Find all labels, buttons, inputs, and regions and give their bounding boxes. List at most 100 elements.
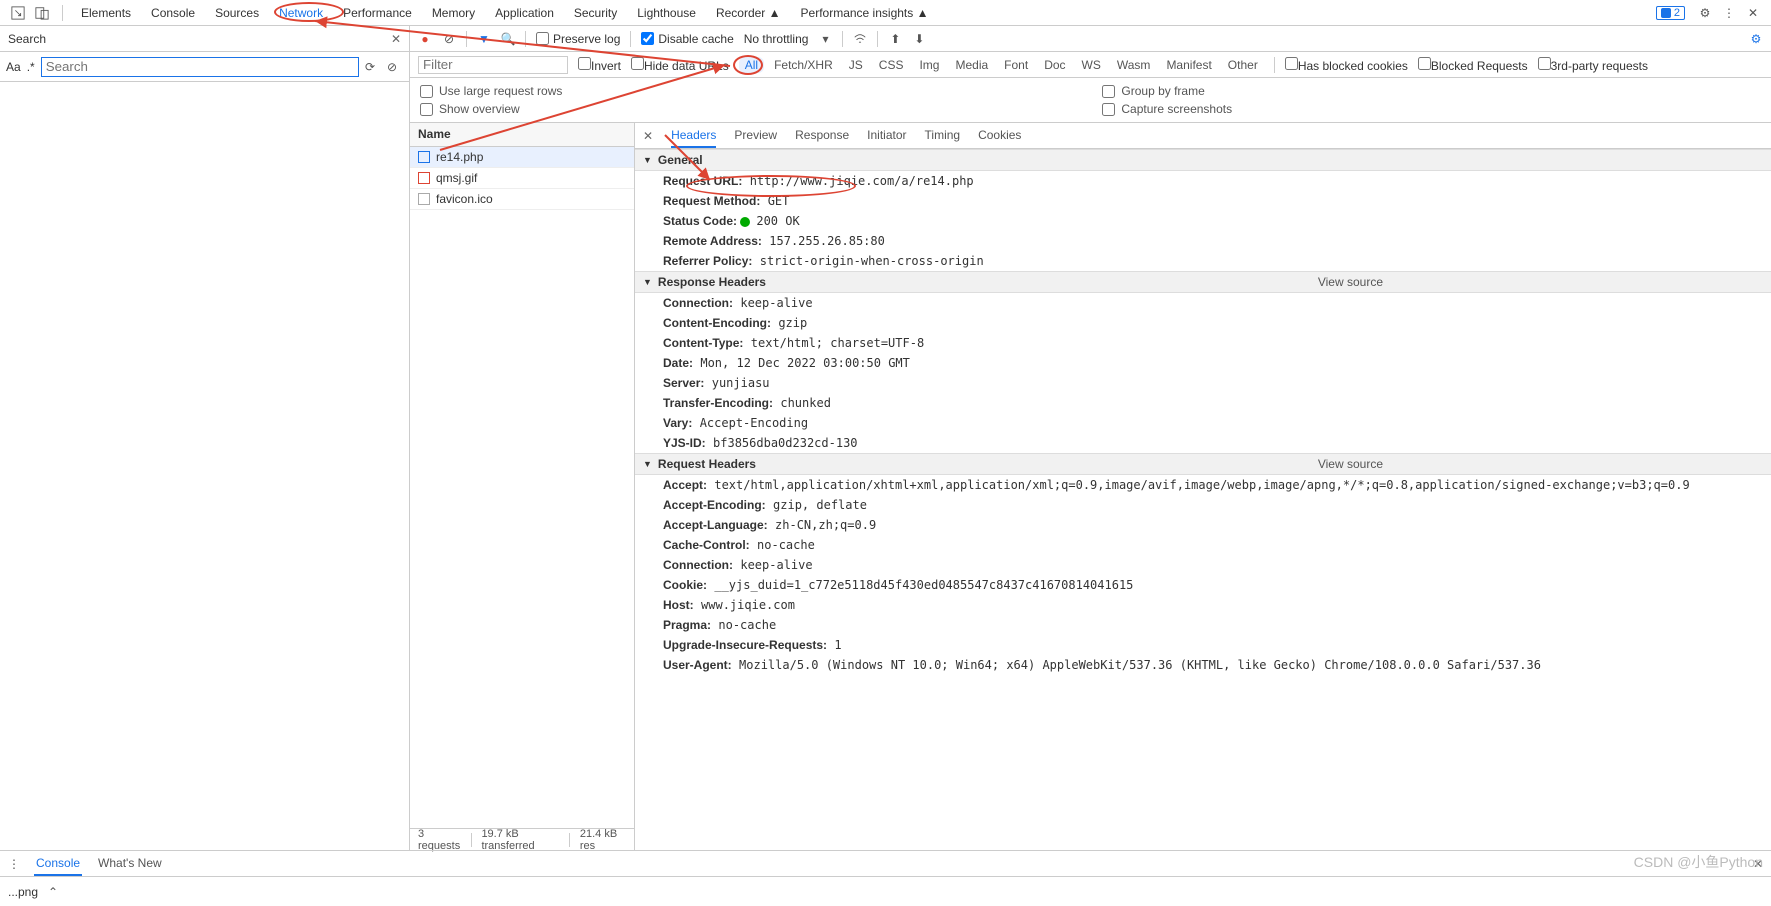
search-input[interactable] [41, 57, 359, 77]
header-row: Content-Encoding: gzip [635, 313, 1771, 333]
close-details-icon[interactable]: ✕ [643, 129, 653, 143]
column-name[interactable]: Name [410, 123, 634, 147]
chevron-up-icon[interactable]: ⌃ [48, 885, 58, 899]
tab-sources[interactable]: Sources [205, 2, 269, 24]
section-general[interactable]: ▼General [635, 149, 1771, 171]
hide-data-urls[interactable]: Hide data URLs [631, 57, 729, 73]
tab-application[interactable]: Application [485, 2, 564, 24]
kebab-icon[interactable]: ⋮ [8, 857, 20, 871]
request-row[interactable]: favicon.ico [410, 189, 634, 210]
detail-tab-headers[interactable]: Headers [671, 124, 716, 148]
clear-icon[interactable]: ⊘ [387, 60, 403, 74]
view-source[interactable]: View source [1318, 457, 1383, 471]
filter-chip-ws[interactable]: WS [1076, 57, 1107, 73]
header-row: YJS-ID: bf3856dba0d232cd-130 [635, 433, 1771, 453]
section-request-headers[interactable]: ▼Request HeadersView source [635, 453, 1771, 475]
invert[interactable]: Invert [578, 57, 621, 73]
filter-chip-font[interactable]: Font [998, 57, 1034, 73]
filter-chip-manifest[interactable]: Manifest [1160, 57, 1217, 73]
refresh-icon[interactable]: ⟳ [365, 60, 381, 74]
issues-count: 2 [1674, 7, 1680, 19]
filter-chip-all[interactable]: All [739, 57, 764, 73]
tab-performance-insights-[interactable]: Performance insights ▲ [791, 2, 939, 24]
tab-recorder-[interactable]: Recorder ▲ [706, 2, 791, 24]
tab-network[interactable]: Network [269, 2, 333, 24]
wifi-icon[interactable] [853, 32, 867, 46]
third-party[interactable]: 3rd-party requests [1538, 57, 1648, 73]
close-icon[interactable]: ✕ [1745, 5, 1761, 21]
filter-input[interactable] [418, 56, 568, 74]
issues-badge[interactable]: 2 [1656, 6, 1685, 20]
header-row: Cache-Control: no-cache [635, 535, 1771, 555]
network-toolbar: ● ⊘ ▼ 🔍 Preserve log Disable cache No th… [410, 26, 1771, 52]
tab-memory[interactable]: Memory [422, 2, 485, 24]
view-options: Use large request rows Show overview Gro… [410, 78, 1771, 123]
filter-chip-media[interactable]: Media [949, 57, 994, 73]
view-source[interactable]: View source [1318, 275, 1383, 289]
disable-cache[interactable]: Disable cache [641, 32, 733, 46]
record-icon[interactable]: ● [418, 32, 432, 46]
search-icon[interactable]: 🔍 [501, 32, 515, 46]
detail-tab-preview[interactable]: Preview [734, 124, 777, 148]
download-file[interactable]: ...png [8, 885, 38, 899]
clear-log-icon[interactable]: ⊘ [442, 32, 456, 46]
throttling-select[interactable]: No throttling [744, 32, 809, 46]
header-row: Request Method: GET [635, 191, 1771, 211]
tab-security[interactable]: Security [564, 2, 627, 24]
inspect-icon[interactable] [10, 5, 26, 21]
header-row: Content-Type: text/html; charset=UTF-8 [635, 333, 1771, 353]
filter-chip-wasm[interactable]: Wasm [1111, 57, 1157, 73]
header-row: User-Agent: Mozilla/5.0 (Windows NT 10.0… [635, 655, 1771, 675]
header-row: Remote Address: 157.255.26.85:80 [635, 231, 1771, 251]
detail-tab-cookies[interactable]: Cookies [978, 124, 1021, 148]
show-overview[interactable]: Show overview [420, 102, 562, 116]
case-sensitive[interactable]: Aa [6, 60, 21, 74]
gear-icon[interactable]: ⚙ [1697, 5, 1713, 21]
upload-icon[interactable]: ⬆ [888, 32, 902, 46]
request-row[interactable]: re14.php [410, 147, 634, 168]
download-bar: ...png ⌃ [0, 876, 1771, 906]
group-by-frame[interactable]: Group by frame [1102, 84, 1232, 98]
header-row: Connection: keep-alive [635, 293, 1771, 313]
section-response-headers[interactable]: ▼Response HeadersView source [635, 271, 1771, 293]
filter-chip-other[interactable]: Other [1222, 57, 1264, 73]
download-icon[interactable]: ⬇ [912, 32, 926, 46]
regex-toggle[interactable]: .* [27, 60, 35, 74]
preserve-log[interactable]: Preserve log [536, 32, 620, 46]
filter-chip-doc[interactable]: Doc [1038, 57, 1071, 73]
header-row: Accept-Encoding: gzip, deflate [635, 495, 1771, 515]
search-panel: Search ✕ Aa .* ⟳ ⊘ [0, 26, 410, 850]
tab-performance[interactable]: Performance [333, 2, 422, 24]
filter-chip-css[interactable]: CSS [873, 57, 910, 73]
drawer-tab-console[interactable]: Console [34, 852, 82, 876]
detail-tab-response[interactable]: Response [795, 124, 849, 148]
capture-screenshots[interactable]: Capture screenshots [1102, 102, 1232, 116]
device-icon[interactable] [34, 5, 50, 21]
filter-chip-js[interactable]: JS [843, 57, 869, 73]
header-row: Vary: Accept-Encoding [635, 413, 1771, 433]
devtools-tabstrip: ElementsConsoleSourcesNetworkPerformance… [0, 0, 1771, 26]
large-rows[interactable]: Use large request rows [420, 84, 562, 98]
search-title: Search [8, 32, 46, 46]
filter-chip-img[interactable]: Img [913, 57, 945, 73]
chevron-down-icon[interactable]: ▾ [818, 32, 832, 46]
tab-console[interactable]: Console [141, 2, 205, 24]
tab-elements[interactable]: Elements [71, 2, 141, 24]
tab-lighthouse[interactable]: Lighthouse [627, 2, 706, 24]
transferred: 19.7 kB transferred [481, 828, 559, 852]
header-row: Host: www.jiqie.com [635, 595, 1771, 615]
filter-chip-fetch-xhr[interactable]: Fetch/XHR [768, 57, 839, 73]
kebab-icon[interactable]: ⋮ [1721, 5, 1737, 21]
detail-tab-timing[interactable]: Timing [925, 124, 961, 148]
close-search-icon[interactable]: ✕ [391, 32, 401, 46]
header-row: Accept-Language: zh-CN,zh;q=0.9 [635, 515, 1771, 535]
drawer-tab-what-s-new[interactable]: What's New [96, 852, 164, 876]
detail-tab-initiator[interactable]: Initiator [867, 124, 906, 148]
filter-icon[interactable]: ▼ [477, 32, 491, 46]
settings-icon[interactable]: ⚙ [1749, 32, 1763, 46]
blocked-cookies[interactable]: Has blocked cookies [1285, 57, 1408, 73]
header-row: Status Code: 200 OK [635, 211, 1771, 231]
blocked-requests[interactable]: Blocked Requests [1418, 57, 1528, 73]
request-row[interactable]: qmsj.gif [410, 168, 634, 189]
header-row: Date: Mon, 12 Dec 2022 03:00:50 GMT [635, 353, 1771, 373]
